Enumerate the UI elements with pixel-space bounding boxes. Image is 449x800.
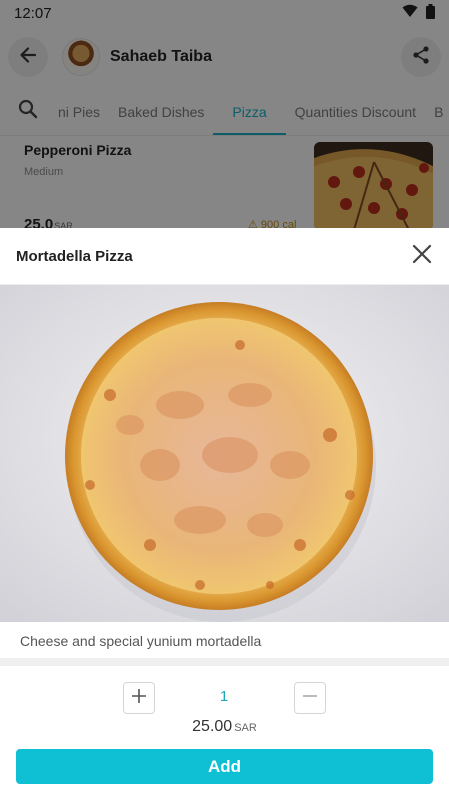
product-image xyxy=(0,284,449,622)
close-icon xyxy=(412,244,432,269)
close-button[interactable] xyxy=(409,243,435,269)
add-to-cart-button[interactable]: Add xyxy=(16,749,433,784)
sheet-header: Mortadella Pizza xyxy=(0,228,449,284)
plus-icon xyxy=(131,688,147,709)
product-detail-sheet: Mortadella Pizza Cheese and special yuni… xyxy=(0,228,449,800)
quantity-stepper: 1 xyxy=(0,682,449,714)
increase-quantity-button[interactable] xyxy=(123,682,155,714)
minus-icon xyxy=(302,688,318,709)
modal-backdrop[interactable] xyxy=(0,0,449,228)
sheet-title: Mortadella Pizza xyxy=(16,247,133,265)
product-description: Cheese and special yunium mortadella xyxy=(20,633,262,649)
decrease-quantity-button[interactable] xyxy=(294,682,326,714)
quantity-value: 1 xyxy=(219,688,229,705)
section-divider xyxy=(0,658,449,666)
total-price: 25.00 SAR xyxy=(192,718,257,735)
